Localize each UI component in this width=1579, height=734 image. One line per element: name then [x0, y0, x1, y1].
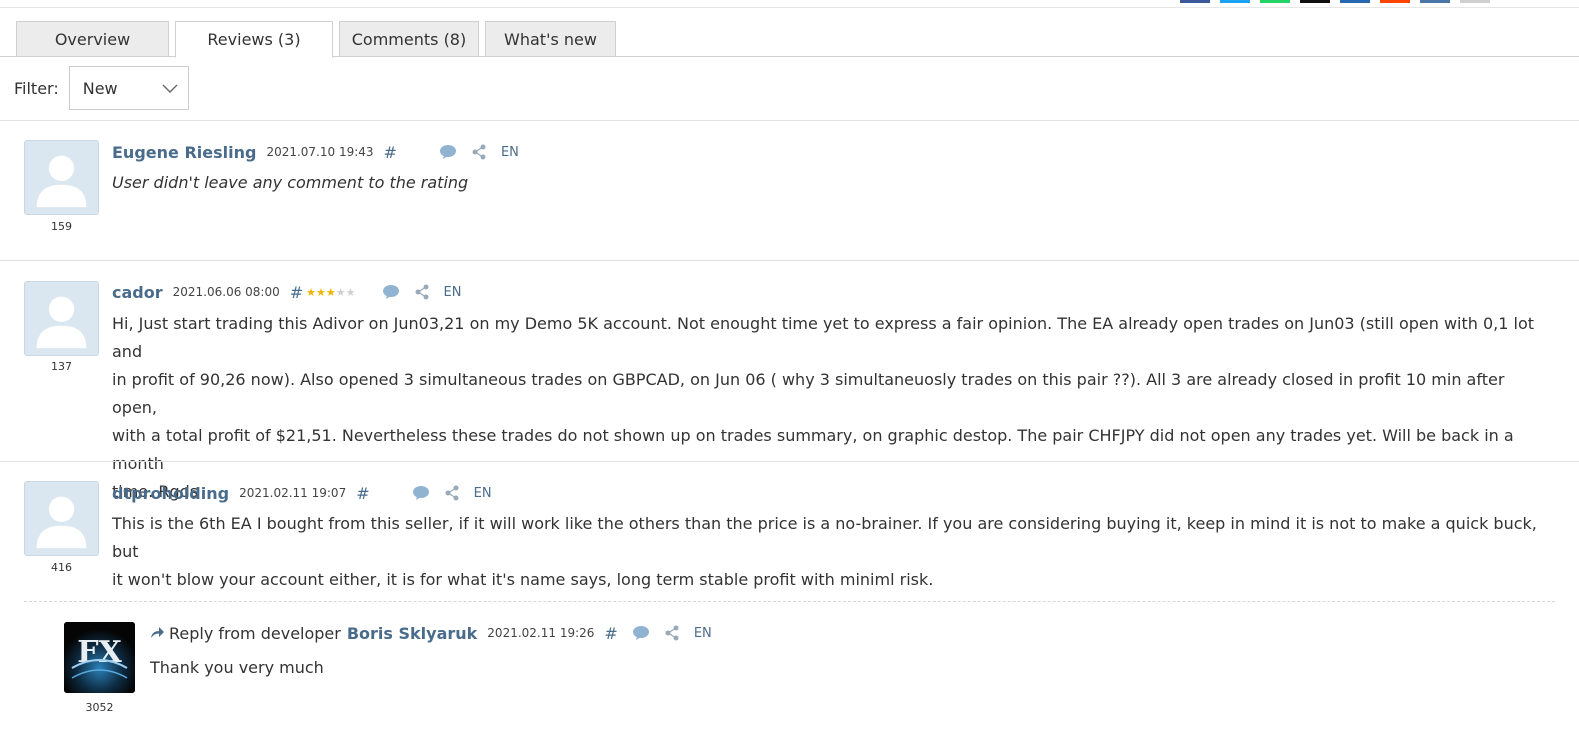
- reply-arrow-icon: [150, 624, 165, 643]
- user-rating-number: 416: [51, 561, 72, 574]
- filter-row: Filter: New: [14, 66, 189, 110]
- star-filled-icon: ★: [325, 285, 336, 299]
- default-avatar-icon: [25, 282, 98, 355]
- reply-label: Reply from developer: [169, 623, 341, 643]
- star-empty-icon: ★: [335, 285, 346, 299]
- share-icon[interactable]: [471, 144, 487, 160]
- avatar[interactable]: [24, 281, 99, 356]
- language-link[interactable]: EN: [501, 145, 519, 160]
- review-date: 2021.06.06 08:00: [172, 285, 280, 299]
- comment-bubble-icon[interactable]: [382, 284, 400, 300]
- default-avatar-icon: [25, 141, 98, 214]
- comment-bubble-icon[interactable]: [632, 625, 650, 641]
- divider: [0, 461, 1579, 462]
- avatar[interactable]: [24, 140, 99, 215]
- tab-bar: Overview Reviews (3) Comments (8) What's…: [16, 21, 616, 58]
- top-divider: [0, 7, 1579, 8]
- divider: [0, 120, 1579, 121]
- review-text-line: This is the 6th EA I bought from this se…: [112, 514, 1537, 561]
- tab-overview[interactable]: Overview: [16, 21, 169, 57]
- avatar[interactable]: [24, 481, 99, 556]
- permalink-hash[interactable]: #: [604, 624, 617, 643]
- share-icon[interactable]: [444, 485, 460, 501]
- linkedin-share-icon[interactable]: [1340, 0, 1370, 3]
- filter-select[interactable]: New: [68, 66, 189, 110]
- default-avatar-icon: [25, 482, 98, 555]
- svg-text:FX: FX: [77, 635, 122, 670]
- x-share-icon[interactable]: [1300, 0, 1330, 3]
- comment-bubble-icon[interactable]: [412, 485, 430, 501]
- review-author[interactable]: cador: [112, 283, 163, 302]
- tab-comments[interactable]: Comments (8): [339, 21, 479, 57]
- language-link[interactable]: EN: [444, 285, 462, 300]
- whatsapp-share-icon[interactable]: [1260, 0, 1290, 3]
- review-author[interactable]: dtproholding: [112, 484, 229, 503]
- reply-author[interactable]: Boris Sklyaruk: [347, 624, 477, 643]
- review-text: User didn't leave any comment to the rat…: [112, 173, 469, 192]
- comment-bubble-icon[interactable]: [439, 144, 457, 160]
- twitter-share-icon[interactable]: [1220, 0, 1250, 3]
- permalink-hash[interactable]: #: [384, 143, 397, 162]
- chevron-down-icon: [162, 79, 178, 98]
- user-rating-number: 3052: [85, 701, 114, 714]
- review-author[interactable]: Eugene Riesling: [112, 143, 256, 162]
- star-filled-icon: ★: [306, 285, 317, 299]
- language-link[interactable]: EN: [474, 486, 492, 501]
- reddit-share-icon[interactable]: [1380, 0, 1410, 3]
- star-rating: ★ ★ ★ ★ ★: [306, 286, 355, 299]
- review-text-line: with a total profit of $21,51. Neverthel…: [112, 426, 1514, 473]
- divider: [0, 260, 1579, 261]
- review-header: dtproholding 2021.02.11 19:07 # EN: [112, 482, 492, 504]
- review-text: Hi, Just start trading this Adivor on Ju…: [112, 310, 1552, 506]
- star-empty-icon: ★: [345, 285, 356, 299]
- filter-selected-value: New: [82, 78, 118, 98]
- review-header: cador 2021.06.06 08:00 # ★ ★ ★ ★ ★ EN: [112, 281, 461, 303]
- tab-reviews[interactable]: Reviews (3): [175, 21, 333, 58]
- user-rating-number: 137: [51, 360, 72, 373]
- review-text-line: it won't blow your account either, it is…: [112, 570, 934, 589]
- developer-logo[interactable]: FX: [64, 622, 135, 693]
- review-date: 2021.07.10 19:43: [266, 145, 374, 159]
- review-text-line: in profit of 90,26 now). Also opened 3 s…: [112, 370, 1505, 417]
- reply-divider: [24, 601, 1555, 602]
- filter-label: Filter:: [14, 78, 59, 98]
- facebook-share-icon[interactable]: [1180, 0, 1210, 3]
- review-text: This is the 6th EA I bought from this se…: [112, 510, 1552, 594]
- reply-header: Reply from developer Boris Sklyaruk 2021…: [150, 622, 712, 644]
- reply-date: 2021.02.11 19:26: [487, 626, 595, 640]
- permalink-hash[interactable]: #: [356, 484, 369, 503]
- language-link[interactable]: EN: [694, 626, 712, 641]
- more-share-icon[interactable]: [1460, 0, 1490, 3]
- review-date: 2021.02.11 19:07: [239, 486, 347, 500]
- share-icon[interactable]: [414, 284, 430, 300]
- tab-whats-new[interactable]: What's new: [485, 21, 616, 57]
- reply-text: Thank you very much: [150, 658, 324, 677]
- share-buttons-strip: [1180, 0, 1490, 3]
- permalink-hash[interactable]: #: [290, 283, 303, 302]
- review-text-line: Hi, Just start trading this Adivor on Ju…: [112, 314, 1535, 361]
- review-header: Eugene Riesling 2021.07.10 19:43 # EN: [112, 141, 519, 163]
- user-rating-number: 159: [51, 220, 72, 233]
- share-icon[interactable]: [664, 625, 680, 641]
- star-filled-icon: ★: [316, 285, 326, 299]
- vk-share-icon[interactable]: [1420, 0, 1450, 3]
